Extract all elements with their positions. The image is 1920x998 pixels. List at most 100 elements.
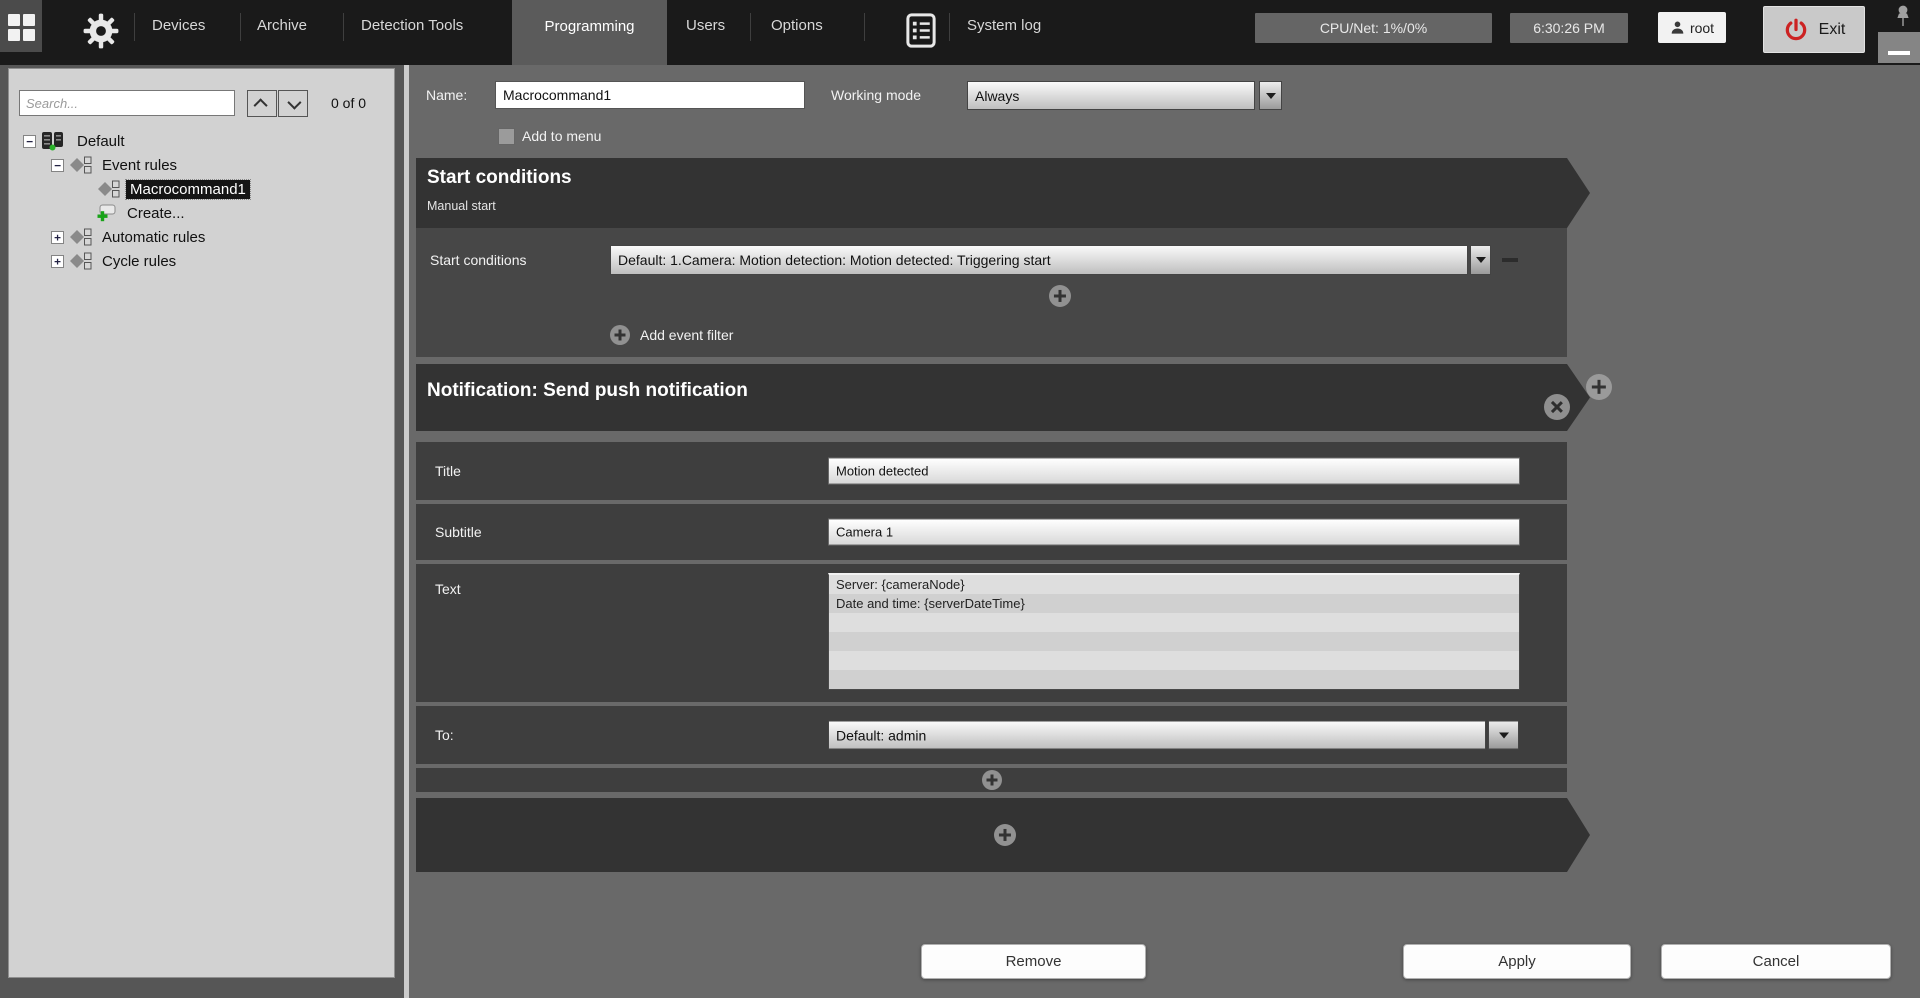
subtitle-input[interactable] [828, 519, 1520, 546]
search-input[interactable] [19, 90, 235, 116]
remove-action-button[interactable] [1544, 394, 1570, 420]
toolbar-separator [864, 13, 865, 41]
search-result-count: 0 of 0 [331, 90, 366, 117]
param-row-text: Text Server: {cameraNode} Date and time:… [416, 564, 1567, 702]
top-toolbar: Devices Archive Detection Tools Programm… [0, 0, 1920, 65]
working-mode-label: Working mode [831, 81, 921, 109]
tab-options[interactable]: Options [771, 0, 823, 52]
subtitle-label: Subtitle [435, 524, 482, 540]
start-condition-dropdown-button[interactable] [1470, 245, 1491, 275]
text-label: Text [435, 581, 461, 597]
remove-condition-button[interactable] [1502, 258, 1518, 262]
tree-row: − Default [9, 129, 392, 153]
section-title: Start conditions [427, 167, 572, 189]
tab-devices[interactable]: Devices [152, 0, 205, 52]
toolbar-separator [343, 13, 344, 41]
rule-icon [97, 180, 120, 198]
working-mode-select[interactable]: Always [967, 81, 1255, 110]
system-log-icon[interactable] [906, 13, 936, 48]
create-icon [97, 204, 117, 222]
tree-item-label[interactable]: Event rules [98, 156, 181, 175]
current-user-button[interactable]: root [1658, 12, 1726, 43]
cpu-net-indicator[interactable]: CPU/Net: 1%/0% [1255, 13, 1492, 43]
chevron-down-icon [287, 95, 301, 109]
remove-button[interactable]: Remove [921, 944, 1146, 979]
param-row-to: To: Default: admin [416, 706, 1567, 764]
toolbar-separator [240, 13, 241, 41]
add-event-filter-label[interactable]: Add event filter [640, 327, 733, 343]
tree: − Default − Event [9, 129, 392, 273]
param-row-subtitle: Subtitle [416, 504, 1567, 560]
minimize-panel-button[interactable] [1878, 32, 1920, 63]
add-parameter-button[interactable] [982, 770, 1002, 790]
tree-row: + Cycle rules [9, 249, 392, 273]
tree-expander[interactable]: − [23, 135, 36, 148]
triangle-down-icon [1499, 732, 1509, 738]
toolbar-separator [134, 13, 135, 41]
tab-detection-tools[interactable]: Detection Tools [361, 0, 463, 52]
tree-panel: 0 of 0 − Default − [8, 68, 395, 978]
tab-archive[interactable]: Archive [257, 0, 307, 52]
start-condition-select[interactable]: Default: 1.Camera: Motion detection: Mot… [610, 245, 1468, 275]
param-row-title: Title [416, 442, 1567, 500]
settings-gear-icon[interactable] [82, 12, 120, 50]
start-conditions-body: Start conditions Default: 1.Camera: Moti… [416, 228, 1567, 357]
apply-button[interactable]: Apply [1403, 944, 1631, 979]
section-subtitle: Manual start [427, 199, 496, 213]
tree-expander[interactable]: + [51, 255, 64, 268]
name-input[interactable] [495, 81, 805, 109]
add-to-menu-checkbox[interactable] [498, 128, 515, 145]
exit-label: Exit [1819, 21, 1846, 39]
to-label: To: [435, 727, 454, 743]
to-dropdown-button[interactable] [1488, 721, 1519, 750]
start-conditions-header: Start conditions Manual start [416, 158, 1590, 228]
title-input[interactable] [828, 458, 1520, 485]
tree-item-label[interactable]: Create... [123, 204, 189, 223]
param-row-add [416, 768, 1567, 792]
cancel-button[interactable]: Cancel [1661, 944, 1891, 979]
text-textarea[interactable]: Server: {cameraNode} Date and time: {ser… [828, 573, 1520, 690]
power-icon [1783, 17, 1809, 43]
app-menu-button[interactable] [0, 0, 42, 52]
system-log-button[interactable]: System log [967, 0, 1041, 52]
tree-item-label[interactable]: Default [73, 132, 129, 151]
tree-row: − Event rules [9, 153, 392, 177]
tree-expander[interactable]: − [51, 159, 64, 172]
toolbar-separator [949, 13, 950, 41]
start-conditions-row-label: Start conditions [430, 252, 527, 268]
exit-button[interactable]: Exit [1763, 6, 1865, 53]
add-event-filter-icon[interactable] [610, 325, 630, 345]
person-icon [1670, 20, 1685, 35]
tree-row: + Automatic rules [9, 225, 392, 249]
user-name: root [1690, 20, 1714, 36]
tree-item-label[interactable]: Automatic rules [98, 228, 209, 247]
rule-icon [69, 156, 92, 174]
add-to-menu-label: Add to menu [522, 127, 601, 145]
add-action-button[interactable] [994, 824, 1016, 846]
add-action-branch-button[interactable] [1586, 374, 1612, 400]
tree-row: Macrocommand1 [9, 177, 392, 201]
tree-expander[interactable]: + [51, 231, 64, 244]
tree-item-label[interactable]: Cycle rules [98, 252, 180, 271]
to-select[interactable]: Default: admin [828, 721, 1486, 750]
add-condition-button[interactable] [1049, 285, 1071, 307]
clock: 6:30:26 PM [1510, 13, 1628, 43]
rule-icon [69, 228, 92, 246]
toolbar-separator [750, 13, 751, 41]
triangle-down-icon [1266, 93, 1276, 99]
pin-icon[interactable] [1894, 4, 1912, 30]
add-action-band [416, 798, 1590, 872]
tab-programming[interactable]: Programming [512, 0, 667, 65]
grid-icon [8, 14, 35, 41]
object-tree-sidebar: 0 of 0 − Default − [0, 65, 404, 998]
action-title: Notification: Send push notification [427, 380, 748, 402]
tree-row: Create... [9, 201, 392, 225]
tree-item-label[interactable]: Macrocommand1 [126, 180, 250, 199]
tab-users[interactable]: Users [686, 0, 725, 52]
server-icon [41, 131, 67, 151]
search-prev-button[interactable] [247, 90, 277, 117]
rule-icon [69, 252, 92, 270]
search-next-button[interactable] [278, 90, 308, 117]
working-mode-dropdown-button[interactable] [1259, 81, 1282, 110]
title-label: Title [435, 463, 461, 479]
